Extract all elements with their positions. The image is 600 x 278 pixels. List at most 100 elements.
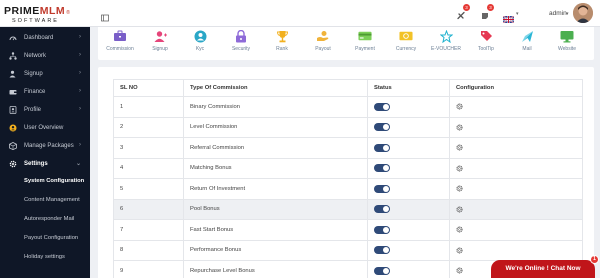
cell-config [449, 116, 583, 138]
language-caret-icon[interactable]: ▾ [516, 11, 519, 17]
tab-currency[interactable]: Currency [384, 29, 428, 52]
tab-mail[interactable]: Mail [505, 29, 549, 52]
packages-icon [9, 142, 17, 150]
tab-commission[interactable]: Commission [98, 29, 142, 52]
gear-icon[interactable] [456, 103, 463, 110]
status-toggle[interactable] [374, 123, 390, 132]
user-menu-label[interactable]: admin [549, 10, 567, 17]
sidebar-item-manage-packages[interactable]: Manage Packages › [0, 137, 90, 155]
payment-icon [358, 29, 372, 43]
briefcase-icon [113, 29, 127, 43]
tab-tooltip[interactable]: ToolTip [464, 29, 508, 52]
tab-website[interactable]: Website [545, 29, 589, 52]
table-row: 8 Performance Bonus [113, 239, 583, 261]
tab-kyc[interactable]: Kyc [178, 29, 222, 52]
cell-config [449, 239, 583, 261]
sidebar-item-signup[interactable]: Signup › [0, 65, 90, 83]
currency-icon [399, 29, 413, 43]
chat-badge: 1 [590, 255, 599, 264]
tab-e-voucher[interactable]: E-VOUCHER [424, 29, 468, 52]
sidebar-item-user-overview[interactable]: User Overview [0, 119, 90, 137]
tab-label: E-VOUCHER [430, 46, 461, 52]
submenu-item-content-management[interactable]: Content Management [0, 192, 90, 211]
status-toggle[interactable] [374, 143, 390, 152]
cell-sl: 4 [113, 157, 184, 179]
status-toggle[interactable] [374, 225, 390, 234]
gear-icon[interactable] [456, 247, 463, 254]
table-row: 5 Return Of Investment [113, 178, 583, 200]
chevron-right-icon: › [79, 88, 81, 94]
trophy-icon [275, 29, 289, 43]
table-header-row: SL NO Type Of Commission Status Configur… [113, 79, 583, 97]
sidebar-item-label: Finance [24, 89, 46, 95]
tab-label: Payout [315, 46, 331, 52]
live-chat-button[interactable]: We're Online ! Chat Now 1 [491, 255, 599, 278]
messages-badge: 3 [487, 4, 494, 11]
voucher-icon [439, 29, 453, 43]
sidebar-item-label: Settings [24, 161, 48, 167]
uk-flag-icon[interactable] [502, 10, 515, 24]
sidebar-item-settings[interactable]: Settings ⌄ [0, 155, 90, 173]
submenu-item-autoresponder-mail[interactable]: Autoresponder Mail [0, 211, 90, 230]
notifications-bell-icon[interactable]: 3 [456, 4, 470, 20]
status-toggle[interactable] [374, 205, 390, 214]
column-header-status: Status [367, 79, 450, 97]
tab-payment[interactable]: Payment [343, 29, 387, 52]
user-menu-caret-icon[interactable]: ▾ [566, 11, 569, 17]
tab-signup[interactable]: Signup [138, 29, 182, 52]
brand-subtitle: SOFTWARE [12, 17, 59, 24]
gear-icon[interactable] [456, 185, 463, 192]
status-toggle[interactable] [374, 102, 390, 111]
submenu-item-system-configuration[interactable]: System Configuration [0, 173, 90, 192]
sidebar-item-dashboard[interactable]: Dashboard › [0, 29, 90, 47]
column-header-sl-no: SL NO [113, 79, 184, 97]
gear-icon[interactable] [456, 226, 463, 233]
chat-label: We're Online ! Chat Now [505, 265, 581, 272]
cell-sl: 6 [113, 198, 184, 220]
table-row: 4 Matching Bonus [113, 157, 583, 179]
sidebar-item-finance[interactable]: Finance › [0, 83, 90, 101]
top-header: 3 3 ▾ admin ▾ [90, 0, 600, 27]
gear-icon[interactable] [456, 165, 463, 172]
sidebar-item-label: Signup [24, 71, 43, 77]
hamburger-icon[interactable] [101, 9, 109, 22]
dashboard-icon [9, 34, 17, 42]
avatar[interactable] [573, 3, 593, 23]
status-toggle[interactable] [374, 164, 390, 173]
commission-table: SL NO Type Of Commission Status Configur… [113, 79, 583, 278]
gear-icon[interactable] [456, 206, 463, 213]
sidebar-item-label: Network [24, 53, 47, 59]
tab-payout[interactable]: Payout [301, 29, 345, 52]
tab-label: Payment [355, 46, 375, 52]
tab-label: Mail [522, 46, 532, 52]
signup-icon [9, 70, 17, 78]
tab-security[interactable]: Security [219, 29, 263, 52]
sidebar-item-network[interactable]: Network › [0, 47, 90, 65]
status-toggle[interactable] [374, 184, 390, 193]
finance-icon [9, 88, 17, 96]
sidebar-item-profile[interactable]: Profile › [0, 101, 90, 119]
sidebar-item-label: Dashboard [24, 35, 54, 41]
tab-label: Website [558, 46, 576, 52]
gear-icon[interactable] [456, 144, 463, 151]
cell-sl: 7 [113, 219, 184, 241]
submenu-item-payout-configuration[interactable]: Payout Configuration [0, 230, 90, 249]
cell-sl: 8 [113, 239, 184, 261]
network-icon [9, 52, 17, 60]
cell-status [367, 178, 450, 200]
status-toggle[interactable] [374, 246, 390, 255]
brand-logo[interactable]: PRIMEMLM® SOFTWARE [0, 0, 90, 27]
gear-icon[interactable] [456, 124, 463, 131]
chevron-right-icon: › [79, 142, 81, 148]
cell-config [449, 157, 583, 179]
gear-icon[interactable] [456, 267, 463, 274]
messages-icon[interactable]: 3 [480, 4, 494, 19]
cell-type: Referral Commission [183, 137, 368, 159]
status-toggle[interactable] [374, 266, 390, 275]
brand-name: PRIMEMLM [4, 4, 66, 17]
cell-status [367, 239, 450, 261]
settings-submenu: System Configuration Content Management … [0, 173, 90, 268]
cell-type: Binary Commission [183, 96, 368, 118]
tab-rank[interactable]: Rank [260, 29, 304, 52]
submenu-item-holiday-settings[interactable]: Holiday settings [0, 249, 90, 268]
